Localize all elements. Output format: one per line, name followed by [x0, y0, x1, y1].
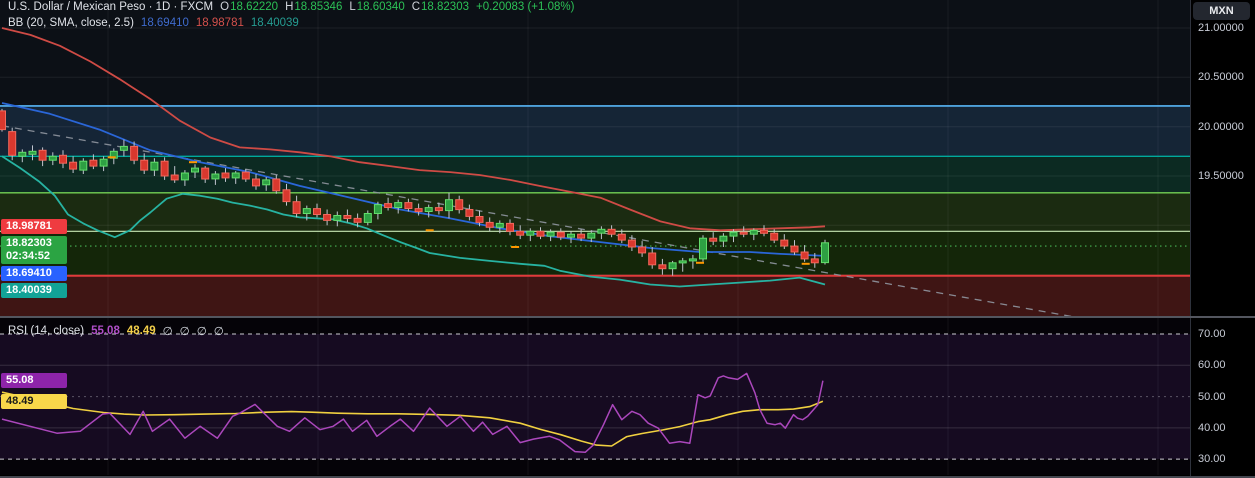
rsi-value: 55.08	[91, 325, 120, 337]
close-value: 18.82303	[421, 1, 469, 13]
rsi-tick: 40.00	[1198, 421, 1226, 434]
currency-button[interactable]: MXN	[1193, 2, 1250, 20]
price-tick: 20.00000	[1198, 120, 1244, 133]
high-label: H	[285, 1, 294, 13]
change-value: +0.20083 (+1.08%)	[476, 1, 575, 13]
rsi-title[interactable]: RSI (14, close)	[8, 325, 84, 337]
pane-separator[interactable]	[0, 316, 1255, 318]
bb-basis-value: 18.69410	[140, 17, 189, 29]
chart-canvas[interactable]	[0, 0, 1255, 478]
low-value: 18.60340	[356, 1, 405, 13]
rsi-null-icon: ∅	[162, 326, 173, 338]
bb-lower-value: 18.40039	[250, 17, 299, 29]
price-tick: 20.50000	[1198, 71, 1244, 84]
low-label: L	[349, 1, 356, 13]
price-badge: 18.40039	[1, 283, 67, 298]
open-value: 18.62220	[230, 1, 279, 13]
rsi-null-icon: ∅	[196, 326, 207, 338]
symbol-title[interactable]: U.S. Dollar / Mexican Peso · 1D · FXCM	[8, 1, 213, 13]
rsi-tick: 50.00	[1198, 390, 1226, 403]
rsi-ma-value: 48.49	[126, 325, 156, 337]
rsi-tick: 70.00	[1198, 328, 1226, 340]
high-value: 18.85346	[294, 1, 343, 13]
bb-upper-value: 18.98781	[195, 17, 244, 29]
bb-legend: BB (20, SMA, close, 2.5) 18.69410 18.987…	[8, 17, 306, 29]
price-badge: 18.82303 02:34:52	[1, 236, 67, 264]
price-axis[interactable]: 21.00000 20.50000 20.00000 19.50000 70.00 60.…	[1190, 0, 1255, 478]
rsi-tick: 60.00	[1198, 359, 1226, 372]
rsi-null-icon: ∅	[213, 326, 224, 338]
rsi-badge: 55.08	[1, 373, 67, 389]
price-badge: 18.69410	[1, 266, 67, 281]
close-label: C	[411, 1, 421, 13]
rsi-badge: 48.49	[1, 393, 67, 409]
price-tick: 21.00000	[1198, 22, 1244, 34]
symbol-legend: U.S. Dollar / Mexican Peso · 1D · FXCM O…	[8, 1, 581, 13]
bb-title[interactable]: BB (20, SMA, close, 2.5)	[8, 17, 134, 29]
open-label: O	[220, 1, 230, 13]
price-badge: 18.98781	[1, 219, 67, 234]
rsi-legend: RSI (14, close) 55.08 48.49 ∅ ∅ ∅ ∅	[8, 324, 231, 338]
price-tick: 19.50000	[1198, 170, 1244, 182]
rsi-null-icon: ∅	[179, 326, 190, 338]
chart-window: U.S. Dollar / Mexican Peso · 1D · FXCM O…	[0, 0, 1255, 478]
rsi-tick: 30.00	[1198, 453, 1226, 466]
